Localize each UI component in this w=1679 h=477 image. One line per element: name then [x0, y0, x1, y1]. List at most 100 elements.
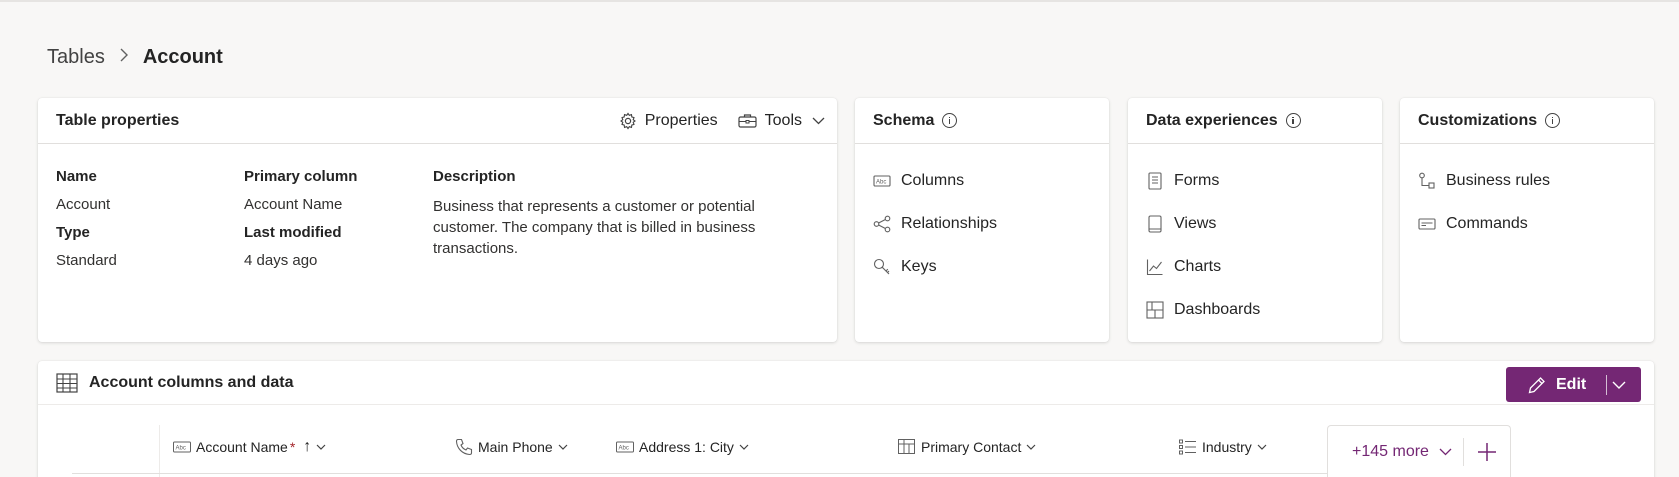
customizations-title: Customizations	[1418, 111, 1538, 129]
schema-item-columns[interactable]: Abc Columns	[873, 170, 997, 192]
data-experiences-item-dashboards[interactable]: Dashboards	[1146, 299, 1260, 321]
edit-dropdown-button[interactable]	[1607, 367, 1641, 402]
primary-contact-label: Primary Contact	[921, 439, 1022, 455]
tools-label: Tools	[764, 112, 802, 129]
form-icon	[1148, 172, 1162, 190]
data-experiences-item-label: Views	[1174, 215, 1217, 232]
last-modified-value: 4 days ago	[244, 252, 318, 269]
properties-button[interactable]: Properties	[619, 112, 718, 130]
edit-button[interactable]: Edit	[1506, 367, 1606, 402]
text-column-icon: Abc	[616, 441, 634, 453]
customizations-header: Customizations	[1400, 98, 1654, 144]
svg-text:Abc: Abc	[619, 446, 629, 452]
dashboard-icon	[1146, 301, 1164, 319]
table-properties-header: Table properties Properties Tools	[38, 98, 837, 144]
columns-data-header: Account columns and data Edit	[38, 361, 1654, 405]
data-experiences-item-label: Dashboards	[1174, 301, 1261, 318]
data-experiences-item-label: Charts	[1174, 258, 1222, 275]
lookup-icon	[898, 439, 915, 454]
chevron-down-icon	[1439, 448, 1452, 455]
info-icon[interactable]	[942, 113, 958, 128]
text-column-icon: Abc	[173, 441, 191, 453]
schema-item-relationships[interactable]: Relationships	[873, 213, 997, 235]
chevron-down-icon	[1026, 444, 1036, 450]
column-header-account-name[interactable]: Abc Account Name * ↑	[173, 436, 331, 458]
schema-list: Abc Columns Relationships Keys	[873, 170, 997, 299]
edit-label: Edit	[1556, 375, 1587, 393]
customizations-item-label: Commands	[1446, 215, 1528, 232]
data-experiences-item-forms[interactable]: Forms	[1146, 170, 1260, 192]
type-label: Type	[56, 224, 90, 241]
breadcrumb-chevron-icon	[119, 48, 129, 67]
svg-text:Abc: Abc	[176, 446, 186, 452]
breadcrumb-tables-link[interactable]: Tables	[47, 46, 105, 69]
description-value: Business that represents a customer or p…	[433, 198, 756, 257]
add-column-button[interactable]	[1464, 426, 1510, 477]
data-experiences-header: Data experiences	[1128, 98, 1382, 144]
name-value: Account	[56, 196, 111, 213]
properties-column-primary: Primary column Account Name Last modifie…	[244, 168, 357, 280]
breadcrumb-current: Account	[142, 46, 223, 68]
customizations-card: Customizations Business rules Commands	[1400, 98, 1654, 342]
column-header-address-city[interactable]: Abc Address 1: City	[616, 436, 754, 458]
line-chart-icon	[1146, 259, 1163, 276]
more-columns-button[interactable]: +145 more	[1328, 426, 1463, 477]
schema-item-label: Columns	[901, 172, 965, 189]
breadcrumb: Tables Account	[47, 46, 223, 69]
chevron-down-icon	[739, 444, 749, 450]
sort-ascending-icon: ↑	[303, 438, 312, 455]
info-icon[interactable]	[1545, 113, 1561, 128]
phone-icon	[455, 438, 473, 456]
customizations-item-commands[interactable]: Commands	[1418, 213, 1550, 235]
svg-text:Abc: Abc	[876, 180, 886, 186]
schema-item-label: Keys	[901, 258, 937, 275]
properties-label: Properties	[644, 112, 718, 129]
info-icon[interactable]	[1285, 113, 1301, 128]
column-header-industry[interactable]: Industry	[1179, 436, 1272, 458]
table-icon	[56, 372, 78, 393]
business-rule-icon	[1419, 172, 1435, 189]
customizations-item-business-rules[interactable]: Business rules	[1418, 170, 1550, 192]
data-experiences-title: Data experiences	[1146, 111, 1278, 129]
table-properties-actions: Properties Tools	[599, 98, 825, 144]
relationship-icon	[873, 215, 891, 233]
schema-item-keys[interactable]: Keys	[873, 256, 997, 278]
top-border	[0, 0, 1679, 2]
table-properties-card: Table properties Properties Tools Name A…	[38, 98, 837, 342]
schema-card: Schema Abc Columns Relationships Keys	[855, 98, 1109, 342]
choice-icon	[1179, 439, 1196, 455]
column-divider	[159, 425, 160, 477]
main-phone-label: Main Phone	[478, 439, 553, 455]
schema-header: Schema	[855, 98, 1109, 144]
chevron-down-icon	[1612, 381, 1625, 389]
address-city-label: Address 1: City	[639, 439, 734, 455]
chevron-down-icon	[1257, 444, 1267, 450]
required-indicator: *	[289, 439, 296, 455]
industry-label: Industry	[1202, 439, 1252, 455]
edit-split-button: Edit	[1506, 367, 1641, 402]
key-icon	[873, 258, 890, 275]
data-experiences-card: Data experiences Forms Views Charts Dash…	[1128, 98, 1382, 342]
primary-column-label: Primary column	[244, 168, 358, 185]
schema-title: Schema	[873, 111, 935, 129]
schema-item-label: Relationships	[901, 215, 998, 232]
column-header-main-phone[interactable]: Main Phone	[455, 436, 573, 458]
toolbox-icon	[738, 114, 757, 128]
command-icon	[1418, 218, 1436, 230]
last-modified-label: Last modified	[244, 224, 342, 241]
properties-column-name: Name Account Type Standard	[56, 168, 117, 280]
header-row-divider	[72, 473, 1327, 474]
data-experiences-item-views[interactable]: Views	[1146, 213, 1260, 235]
type-value: Standard	[56, 252, 117, 269]
column-header-primary-contact[interactable]: Primary Contact	[898, 436, 1041, 458]
tools-button[interactable]: Tools	[738, 112, 825, 130]
properties-column-description: Description Business that represents a c…	[433, 168, 783, 259]
chevron-down-icon	[812, 117, 825, 125]
pencil-icon	[1528, 376, 1545, 393]
data-experiences-item-charts[interactable]: Charts	[1146, 256, 1260, 278]
view-icon	[1148, 215, 1162, 233]
chevron-down-icon	[316, 444, 326, 450]
data-experiences-item-label: Forms	[1174, 172, 1220, 189]
name-label: Name	[56, 168, 97, 185]
customizations-item-label: Business rules	[1446, 172, 1551, 189]
